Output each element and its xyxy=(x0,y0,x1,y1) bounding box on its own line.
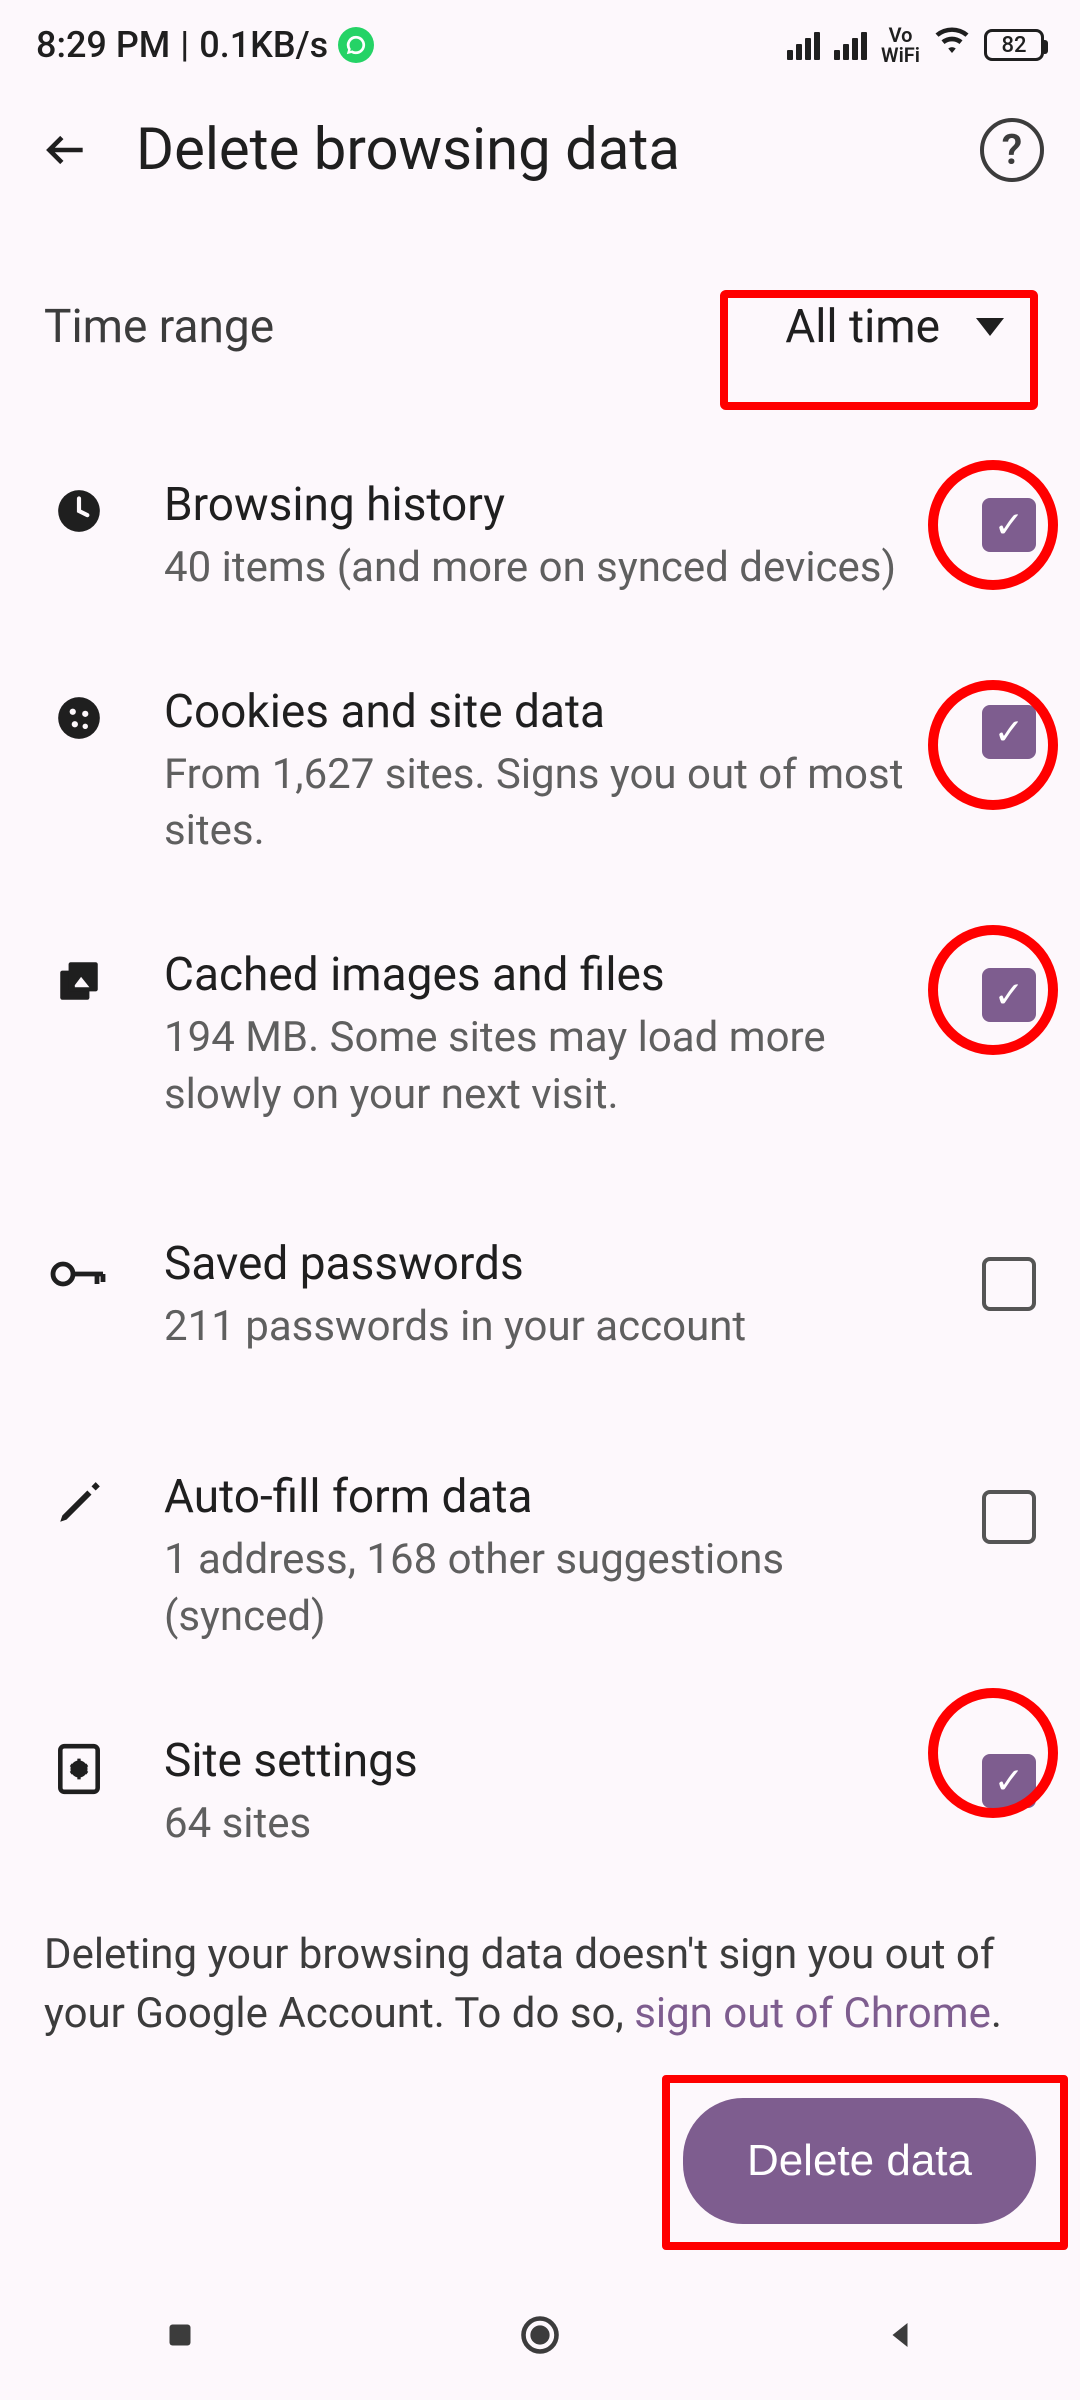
checkbox-passwords[interactable] xyxy=(982,1257,1036,1311)
item-passwords[interactable]: Saved passwords 211 passwords in your ac… xyxy=(0,1167,1080,1426)
back-button[interactable] xyxy=(36,120,96,180)
checkmark-icon: ✓ xyxy=(994,974,1024,1016)
item-subtitle: 1 address, 168 other suggestions (synced… xyxy=(164,1532,932,1645)
item-site-settings[interactable]: Site settings 64 sites ✓ xyxy=(0,1690,1080,1897)
wifi-icon xyxy=(934,23,970,68)
item-title: Saved passwords xyxy=(164,1237,932,1291)
image-stack-icon xyxy=(44,948,114,1006)
key-icon xyxy=(44,1237,114,1291)
item-subtitle: 64 sites xyxy=(164,1796,932,1853)
checkbox-browsing-history[interactable]: ✓ xyxy=(982,498,1036,552)
chevron-down-icon xyxy=(976,318,1004,336)
checkbox-site-settings[interactable]: ✓ xyxy=(982,1754,1036,1808)
battery-level: 82 xyxy=(1001,33,1026,58)
clock-icon xyxy=(44,478,114,536)
status-bar: 8:29 PM | 0.1KB/s VoWiFi 82 xyxy=(0,0,1080,90)
vowifi-icon: VoWiFi xyxy=(881,25,920,65)
item-subtitle: 211 passwords in your account xyxy=(164,1299,932,1356)
footer-note: Deleting your browsing data doesn't sign… xyxy=(0,1896,1080,2074)
item-subtitle: 194 MB. Some sites may load more slowly … xyxy=(164,1010,932,1123)
status-separator: | xyxy=(180,24,189,66)
help-button[interactable]: ? xyxy=(980,118,1044,182)
signal-icon-2 xyxy=(834,30,867,60)
settings-page-icon xyxy=(44,1734,114,1796)
item-cached[interactable]: Cached images and files 194 MB. Some sit… xyxy=(0,904,1080,1167)
item-cookies[interactable]: Cookies and site data From 1,627 sites. … xyxy=(0,641,1080,904)
battery-icon: 82 xyxy=(984,29,1044,61)
checkmark-icon: ✓ xyxy=(994,504,1024,546)
checkmark-icon: ✓ xyxy=(994,1760,1024,1802)
item-title: Site settings xyxy=(164,1734,932,1788)
app-header: Delete browsing data ? xyxy=(0,90,1080,210)
data-list: Browsing history 40 items (and more on s… xyxy=(0,404,1080,1896)
checkbox-cookies[interactable]: ✓ xyxy=(982,705,1036,759)
item-subtitle: From 1,627 sites. Signs you out of most … xyxy=(164,747,932,860)
item-title: Auto-fill form data xyxy=(164,1470,932,1524)
item-title: Cached images and files xyxy=(164,948,932,1002)
delete-data-button[interactable]: Delete data xyxy=(683,2098,1036,2224)
whatsapp-icon xyxy=(338,27,374,63)
item-subtitle: 40 items (and more on synced devices) xyxy=(164,540,932,597)
system-nav-bar xyxy=(0,2270,1080,2400)
item-browsing-history[interactable]: Browsing history 40 items (and more on s… xyxy=(0,434,1080,641)
signal-icon xyxy=(787,30,820,60)
pencil-icon xyxy=(44,1470,114,1528)
checkbox-cached[interactable]: ✓ xyxy=(982,968,1036,1022)
status-data-rate: 0.1KB/s xyxy=(199,24,328,66)
status-time: 8:29 PM xyxy=(36,24,170,66)
page-title: Delete browsing data xyxy=(136,116,940,184)
time-range-select[interactable]: All time xyxy=(753,280,1036,374)
nav-home-button[interactable] xyxy=(515,2310,565,2360)
checkmark-icon: ✓ xyxy=(994,711,1024,753)
sign-out-link[interactable]: sign out of Chrome xyxy=(634,1989,991,2038)
nav-back-button[interactable] xyxy=(875,2310,925,2360)
nav-recent-button[interactable] xyxy=(155,2310,205,2360)
time-range-label: Time range xyxy=(44,300,274,354)
cookie-icon xyxy=(44,685,114,743)
action-row: Delete data xyxy=(0,2074,1080,2248)
checkbox-autofill[interactable] xyxy=(982,1490,1036,1544)
item-title: Browsing history xyxy=(164,478,932,532)
item-autofill[interactable]: Auto-fill form data 1 address, 168 other… xyxy=(0,1426,1080,1689)
time-range-value: All time xyxy=(785,300,940,354)
item-title: Cookies and site data xyxy=(164,685,932,739)
time-range-row: Time range All time xyxy=(0,210,1080,404)
footer-text-after: . xyxy=(991,1989,1002,2038)
